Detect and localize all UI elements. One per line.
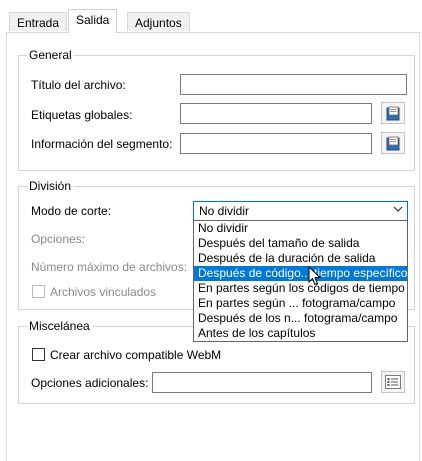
split-mode-dropdown: No dividir Después del tamaño de salida …: [193, 220, 408, 342]
segment-info-browse-button[interactable]: [381, 132, 405, 154]
tab-salida[interactable]: Salida: [68, 9, 118, 33]
chevron-down-icon: [393, 206, 403, 212]
general-group-title: General: [27, 47, 74, 63]
dropdown-option[interactable]: En partes según los códigos de tiempo: [194, 281, 407, 296]
tab-bar: Entrada Salida Adjuntos: [0, 0, 422, 33]
mouse-pointer-icon: [308, 266, 322, 286]
global-tags-browse-button[interactable]: [381, 102, 405, 124]
split-mode-label: Modo de corte:: [31, 204, 112, 218]
dropdown-option[interactable]: No dividir: [194, 221, 407, 236]
linked-files-checkbox[interactable]: [32, 285, 45, 298]
dropdown-option-highlighted[interactable]: Después de código... tiempo específicos: [194, 266, 407, 281]
webm-checkbox[interactable]: [32, 348, 45, 361]
dropdown-option[interactable]: Después de los n... fotograma/campo: [194, 311, 407, 326]
global-tags-label: Etiquetas globales:: [31, 108, 133, 122]
additional-options-input[interactable]: [152, 372, 372, 393]
split-options-label: Opciones:: [31, 232, 86, 246]
segment-info-input[interactable]: [180, 133, 372, 154]
additional-options-button[interactable]: [381, 371, 405, 393]
split-mode-select[interactable]: No dividir: [193, 201, 408, 221]
global-tags-input[interactable]: [180, 103, 372, 124]
dropdown-option[interactable]: Después del tamaño de salida: [194, 236, 407, 251]
segment-info-label: Información del segmento:: [31, 137, 173, 151]
webm-label: Crear archivo compatible WebM: [50, 348, 222, 362]
split-group-title: División: [27, 178, 74, 194]
misc-group-title: Miscelánea: [27, 318, 92, 334]
split-mode-value: No dividir: [199, 204, 250, 218]
linked-files-label: Archivos vinculados: [50, 285, 157, 299]
additional-options-label: Opciones adicionales:: [31, 376, 149, 390]
document-edit-icon: [386, 106, 400, 120]
options-list-icon: [385, 375, 401, 389]
document-edit-icon: [386, 136, 400, 150]
file-title-label: Título del archivo:: [31, 78, 126, 92]
dropdown-option[interactable]: Después de la duración de salida: [194, 251, 407, 266]
dropdown-option[interactable]: En partes según ... fotograma/campo: [194, 296, 407, 311]
tab-adjuntos[interactable]: Adjuntos: [127, 12, 190, 31]
max-files-label: Número máximo de archivos:: [31, 260, 188, 274]
tab-entrada[interactable]: Entrada: [9, 12, 68, 31]
file-title-input[interactable]: [180, 74, 407, 95]
dropdown-option[interactable]: Antes de los capítulos: [194, 326, 407, 341]
